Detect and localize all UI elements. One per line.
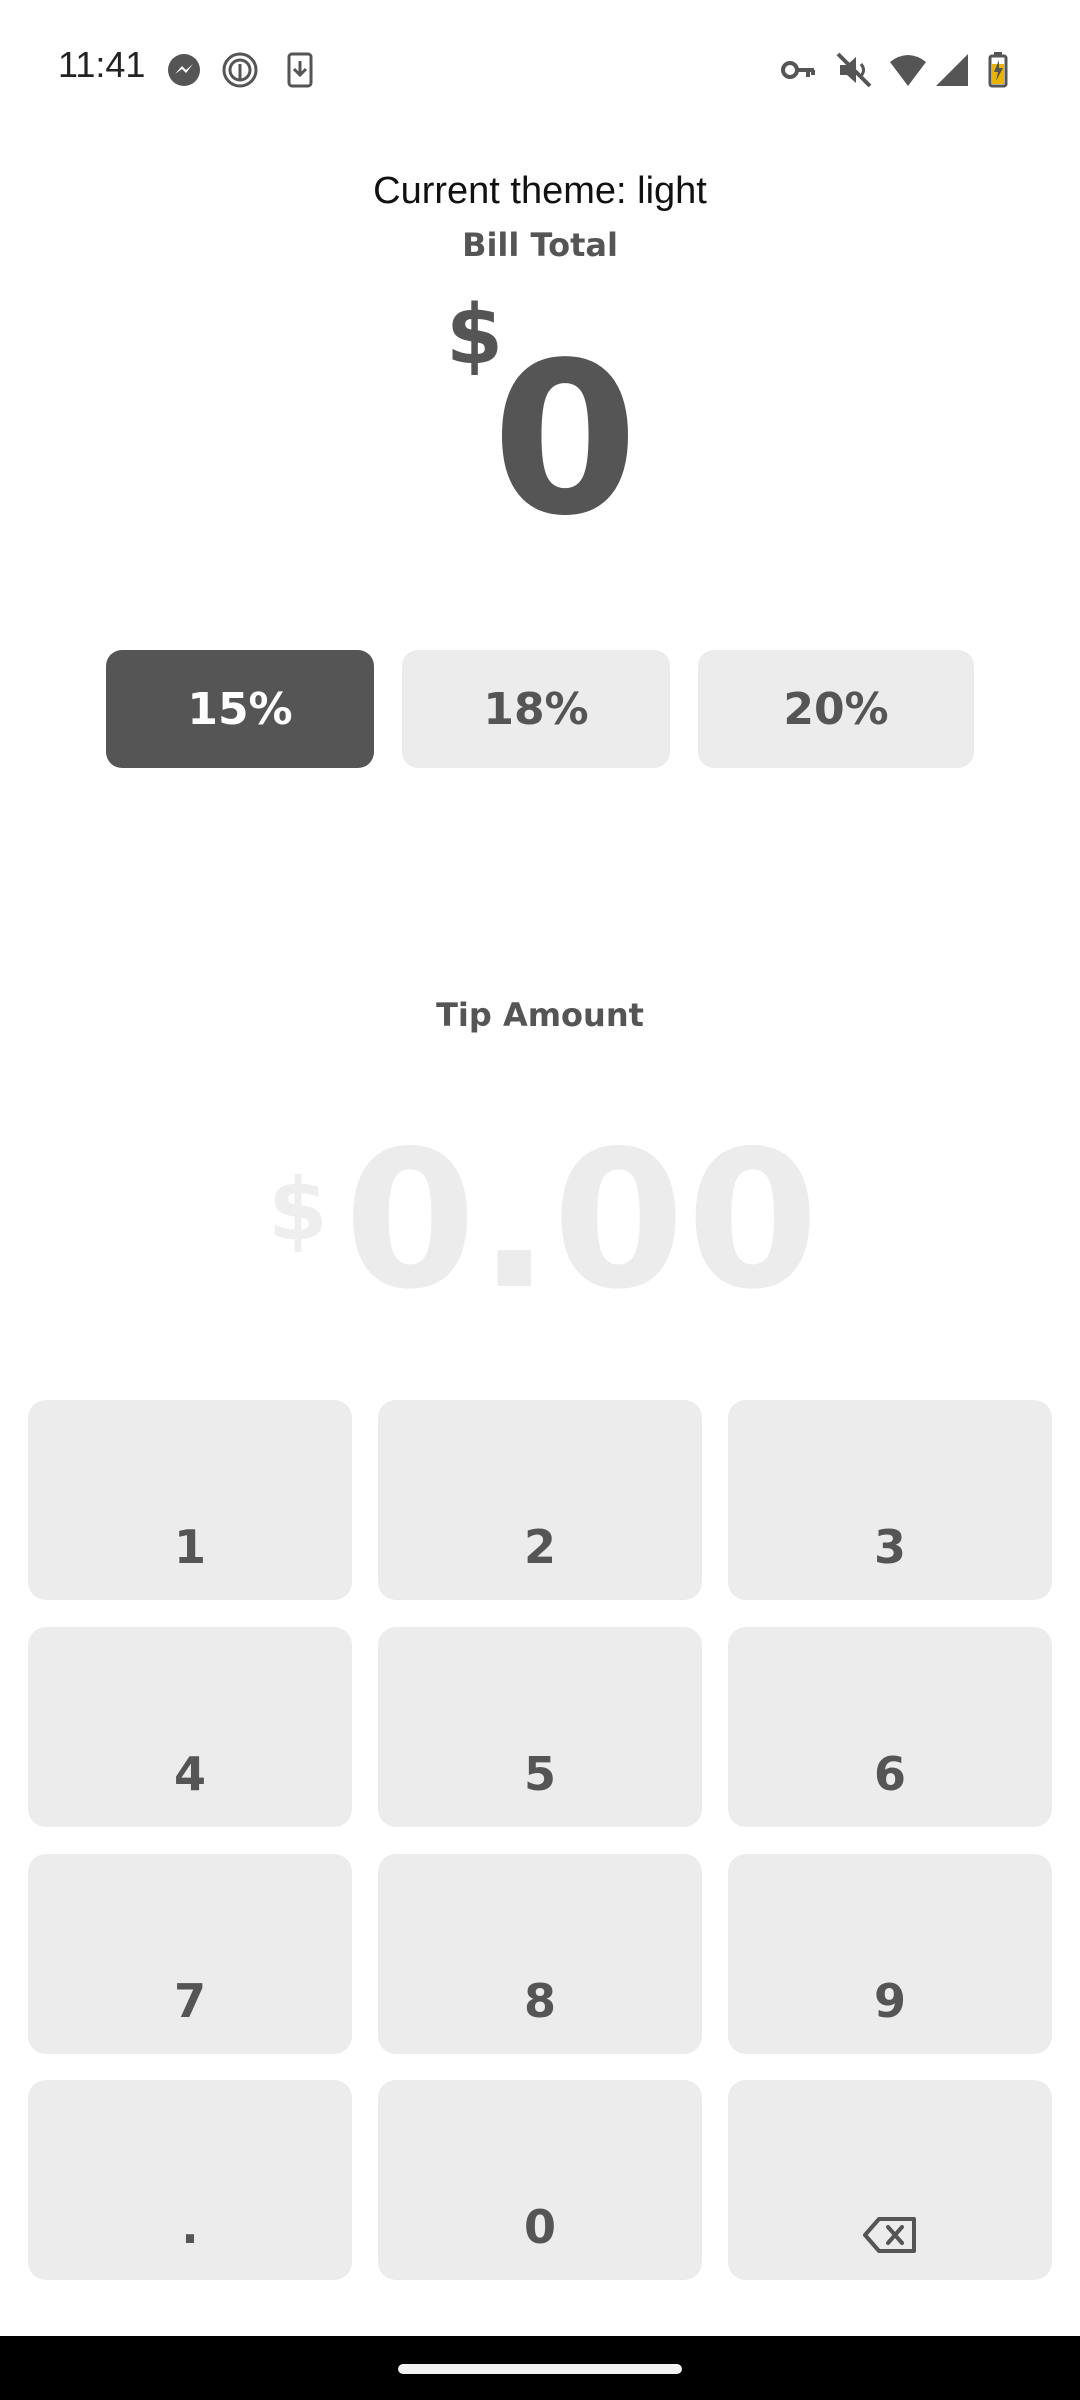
mute-icon xyxy=(836,52,872,88)
messenger-icon xyxy=(168,54,200,86)
key-6[interactable]: 6 xyxy=(728,1627,1052,1827)
status-bar: 11:41 xyxy=(0,0,1080,136)
download-icon xyxy=(287,52,313,88)
backspace-button[interactable] xyxy=(728,2080,1052,2280)
vpn-key-icon xyxy=(781,61,815,79)
backspace-icon xyxy=(863,2217,916,2253)
navigation-bar xyxy=(0,2336,1080,2400)
tip-20-button[interactable]: 20% xyxy=(698,650,974,768)
tip-amount-label: Tip Amount xyxy=(436,996,644,1034)
key-2[interactable]: 2 xyxy=(378,1400,702,1600)
bill-total-value: 0 xyxy=(491,317,639,562)
key-decimal[interactable]: . xyxy=(28,2080,352,2280)
home-gesture-handle[interactable] xyxy=(398,2364,682,2374)
tip-calculator-screen: 11:41 Current theme: light Bill Total $ … xyxy=(0,0,1080,2400)
tip-amount-value: 0.00 xyxy=(344,1110,821,1331)
key-7[interactable]: 7 xyxy=(28,1854,352,2054)
battery-charging-icon xyxy=(988,52,1008,88)
key-8[interactable]: 8 xyxy=(378,1854,702,2054)
key-4[interactable]: 4 xyxy=(28,1627,352,1827)
tip-18-button[interactable]: 18% xyxy=(402,650,670,768)
status-time: 11:41 xyxy=(58,44,146,85)
key-1[interactable]: 1 xyxy=(28,1400,352,1600)
key-9[interactable]: 9 xyxy=(728,1854,1052,2054)
wifi-icon xyxy=(890,55,926,86)
fingerprint-icon xyxy=(222,52,258,88)
theme-label: Current theme: light xyxy=(373,170,707,212)
tip-currency-symbol: $ xyxy=(268,1160,328,1260)
signal-icon xyxy=(936,54,968,86)
bill-total-label: Bill Total xyxy=(462,226,618,264)
tip-15-button[interactable]: 15% xyxy=(106,650,374,768)
key-3[interactable]: 3 xyxy=(728,1400,1052,1600)
key-5[interactable]: 5 xyxy=(378,1627,702,1827)
key-0[interactable]: 0 xyxy=(378,2080,702,2280)
